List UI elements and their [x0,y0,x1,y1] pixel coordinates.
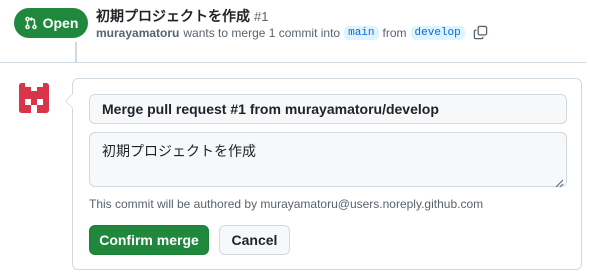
timeline-line [75,42,77,62]
commit-title-input[interactable] [89,94,567,124]
state-badge-open: Open [14,8,88,38]
commit-body-textarea[interactable]: 初期プロジェクトを作成 [89,132,567,187]
confirm-merge-button[interactable]: Confirm merge [89,225,209,255]
pr-number: #1 [254,9,269,24]
from-text: from [382,25,407,40]
base-branch-link[interactable]: main [344,25,379,40]
pr-header: Open 初期プロジェクトを作成 #1 murayamatoru wants to… [12,6,582,40]
pr-meta: murayamatoru wants to merge 1 commit int… [96,25,488,40]
pr-title: 初期プロジェクトを作成 [96,8,250,24]
pr-author-link[interactable]: murayamatoru [96,26,179,40]
avatar[interactable] [14,78,54,118]
resize-handle-icon[interactable] [555,175,564,188]
commit-author-note: This commit will be authored by murayama… [89,197,484,211]
head-branch-link[interactable]: develop [410,25,465,40]
pr-title-line: 初期プロジェクトを作成 #1 [96,6,268,26]
copy-icon[interactable] [473,25,488,40]
state-label: Open [42,15,79,31]
merge-form: 初期プロジェクトを作成 This commit will be authored… [65,78,582,270]
pr-meta-text: wants to merge 1 commit into [183,25,341,40]
comment-pointer-inner [66,94,73,108]
git-pull-request-icon [24,16,38,30]
cancel-button[interactable]: Cancel [219,225,290,255]
header-divider [0,62,586,63]
